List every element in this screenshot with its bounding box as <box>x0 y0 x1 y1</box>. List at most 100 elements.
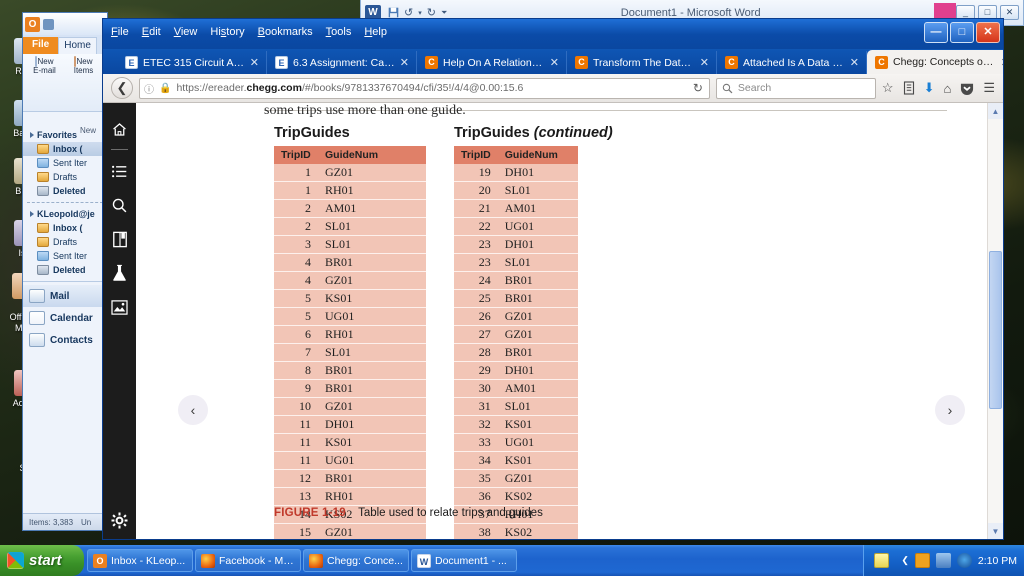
page-scrollbar[interactable]: ▲ ▼ <box>987 103 1003 539</box>
tab-etec-315[interactable]: E ETEC 315 Circuit Anal... ✕ <box>117 51 267 74</box>
outlook-module-switcher[interactable]: Mail Calendar Contacts <box>23 281 107 351</box>
reader-sidebar[interactable] <box>103 103 136 539</box>
outlook-navigation-pane[interactable]: Favorites Inbox ( Sent Iter Drafts Delet… <box>23 124 107 277</box>
system-tray[interactable]: ❮ 2:10 PM <box>863 545 1024 576</box>
navigation-toolbar[interactable]: ❮ ⓘ 🔒 https://ereader.chegg.com/#/books/… <box>103 74 1003 103</box>
outlook-window[interactable]: O File Home New E-mail New Items New Fav… <box>22 12 108 531</box>
outlook-tab-home[interactable]: Home <box>58 37 97 54</box>
show-hidden-icons-button[interactable]: ❮ <box>901 555 909 566</box>
search-bar[interactable]: Search <box>715 77 876 99</box>
office-tray-icon[interactable] <box>914 553 930 568</box>
search-icon[interactable] <box>103 188 136 222</box>
previous-page-button[interactable]: ‹ <box>178 395 208 425</box>
tab-chegg-concepts[interactable]: C Chegg: Concepts of ... ✕ <box>867 50 1003 74</box>
taskbar-item-word[interactable]: W Document1 - ... <box>411 549 517 572</box>
menu-file[interactable]: FFileile <box>111 26 129 38</box>
tab-transform-data[interactable]: C Transform The Data ... ✕ <box>567 51 717 74</box>
nav-item-drafts[interactable]: Drafts <box>23 170 107 184</box>
module-mail[interactable]: Mail <box>23 285 107 307</box>
maximize-button[interactable]: □ <box>950 22 974 43</box>
firefox-window-controls[interactable]: — □ ✕ <box>924 22 1000 43</box>
table-of-contents-icon[interactable] <box>103 154 136 188</box>
gear-icon[interactable] <box>103 512 136 529</box>
image-icon[interactable] <box>103 290 136 324</box>
tab-attached-data[interactable]: C Attached Is A Data M... ✕ <box>717 51 867 74</box>
firefox-window[interactable]: FFileile Edit View History Bookmarks Too… <box>102 18 1004 540</box>
home-icon[interactable] <box>103 112 136 146</box>
taskbar-item-outlook[interactable]: O Inbox - KLeop... <box>87 549 193 572</box>
address-bar[interactable]: ⓘ 🔒 https://ereader.chegg.com/#/books/97… <box>139 77 710 99</box>
module-contacts[interactable]: Contacts <box>23 329 107 351</box>
pocket-icon[interactable] <box>960 82 974 95</box>
tab-assignment[interactable]: E 6.3 Assignment: Case... ✕ <box>267 51 417 74</box>
tab-label: 6.3 Assignment: Case... <box>293 56 395 69</box>
close-tab-icon[interactable]: ✕ <box>400 56 409 69</box>
scroll-down-arrow[interactable]: ▼ <box>988 523 1003 539</box>
downloads-icon[interactable]: ⬇ <box>924 80 935 96</box>
system-clock[interactable]: 2:10 PM <box>978 555 1017 567</box>
minimize-button[interactable]: — <box>924 22 948 43</box>
nav-item-account-sent[interactable]: Sent Iter <box>23 249 107 263</box>
nav-item-account-deleted[interactable]: Deleted <box>23 263 107 277</box>
close-tab-icon[interactable]: ✕ <box>250 56 259 69</box>
nav-item-sent[interactable]: Sent Iter <box>23 156 107 170</box>
table-row: 12 BR01 <box>274 469 426 488</box>
menu-help[interactable]: Help <box>364 26 387 38</box>
tray-notifier[interactable] <box>874 553 895 568</box>
menu-view[interactable]: View <box>174 26 198 38</box>
back-button[interactable]: ❮ <box>111 77 133 99</box>
taskbar-buttons[interactable]: O Inbox - KLeop... Facebook - Mo... Cheg… <box>87 549 863 572</box>
cell-guidenum: AM01 <box>497 379 578 398</box>
outlook-titlebar[interactable]: O <box>23 13 107 35</box>
outlook-ribbon-tabs[interactable]: File Home <box>23 35 107 54</box>
scrollbar-thumb[interactable] <box>989 251 1002 409</box>
network-icon[interactable] <box>935 553 951 568</box>
reload-icon[interactable]: ↻ <box>693 81 705 95</box>
menu-edit[interactable]: Edit <box>142 26 161 38</box>
library-icon[interactable] <box>903 81 915 95</box>
outlook-qat-icon[interactable] <box>43 18 54 30</box>
nav-item-inbox[interactable]: Inbox ( <box>23 142 107 156</box>
account-header[interactable]: KLeopold@je <box>23 207 107 221</box>
new-email-button[interactable]: New E-mail <box>25 56 64 111</box>
next-page-button[interactable]: › <box>935 395 965 425</box>
tab-strip[interactable]: E ETEC 315 Circuit Anal... ✕ E 6.3 Assig… <box>103 49 1003 74</box>
scroll-up-arrow[interactable]: ▲ <box>988 103 1003 119</box>
menu-bookmarks[interactable]: Bookmarks <box>258 26 313 38</box>
hamburger-menu-icon[interactable]: ☰ <box>983 80 995 96</box>
module-calendar[interactable]: Calendar <box>23 307 107 329</box>
taskbar-item-chegg[interactable]: Chegg: Conce... <box>303 549 409 572</box>
close-tab-icon[interactable]: ✕ <box>700 56 709 69</box>
bookmark-star-icon[interactable]: ☆ <box>882 80 894 96</box>
folder-icon <box>37 144 49 154</box>
close-button[interactable]: ✕ <box>976 22 1000 43</box>
close-tab-icon[interactable]: ✕ <box>1001 56 1003 69</box>
malwarebytes-tray-icon[interactable] <box>956 553 972 568</box>
notes-icon[interactable] <box>874 553 890 568</box>
nav-item-account-inbox[interactable]: Inbox ( <box>23 221 107 235</box>
close-tab-icon[interactable]: ✕ <box>550 56 559 69</box>
envelope-icon <box>29 289 45 303</box>
outlook-ribbon[interactable]: New E-mail New Items <box>23 54 107 112</box>
menu-bar[interactable]: FFileile Edit View History Bookmarks Too… <box>111 22 387 38</box>
start-button[interactable]: start <box>0 545 84 576</box>
toolbar-icons[interactable]: ☆ ⬇ ⌂ ☰ <box>882 80 995 96</box>
flask-icon[interactable] <box>103 256 136 290</box>
outlook-tab-file[interactable]: File <box>23 37 59 54</box>
browser-content: some trips use more than one guide. Trip… <box>103 103 1003 539</box>
home-icon[interactable]: ⌂ <box>943 81 951 96</box>
nav-item-account-drafts[interactable]: Drafts <box>23 235 107 249</box>
new-items-button[interactable]: New Items <box>64 56 103 111</box>
tab-help-relational[interactable]: C Help On A Relational D... ✕ <box>417 51 567 74</box>
taskbar-item-facebook[interactable]: Facebook - Mo... <box>195 549 301 572</box>
close-tab-icon[interactable]: ✕ <box>850 56 859 69</box>
menu-tools[interactable]: Tools <box>326 26 352 38</box>
undo-dropdown-icon[interactable]: ▾ <box>418 9 422 17</box>
taskbar[interactable]: start O Inbox - KLeop... Facebook - Mo..… <box>0 545 1024 576</box>
firefox-titlebar[interactable]: FFileile Edit View History Bookmarks Too… <box>103 19 1003 49</box>
bookmark-icon[interactable] <box>103 222 136 256</box>
menu-history[interactable]: History <box>210 26 244 38</box>
nav-item-deleted[interactable]: Deleted <box>23 184 107 198</box>
save-icon[interactable] <box>388 7 399 18</box>
page-info-icon[interactable]: ⓘ <box>144 81 154 96</box>
